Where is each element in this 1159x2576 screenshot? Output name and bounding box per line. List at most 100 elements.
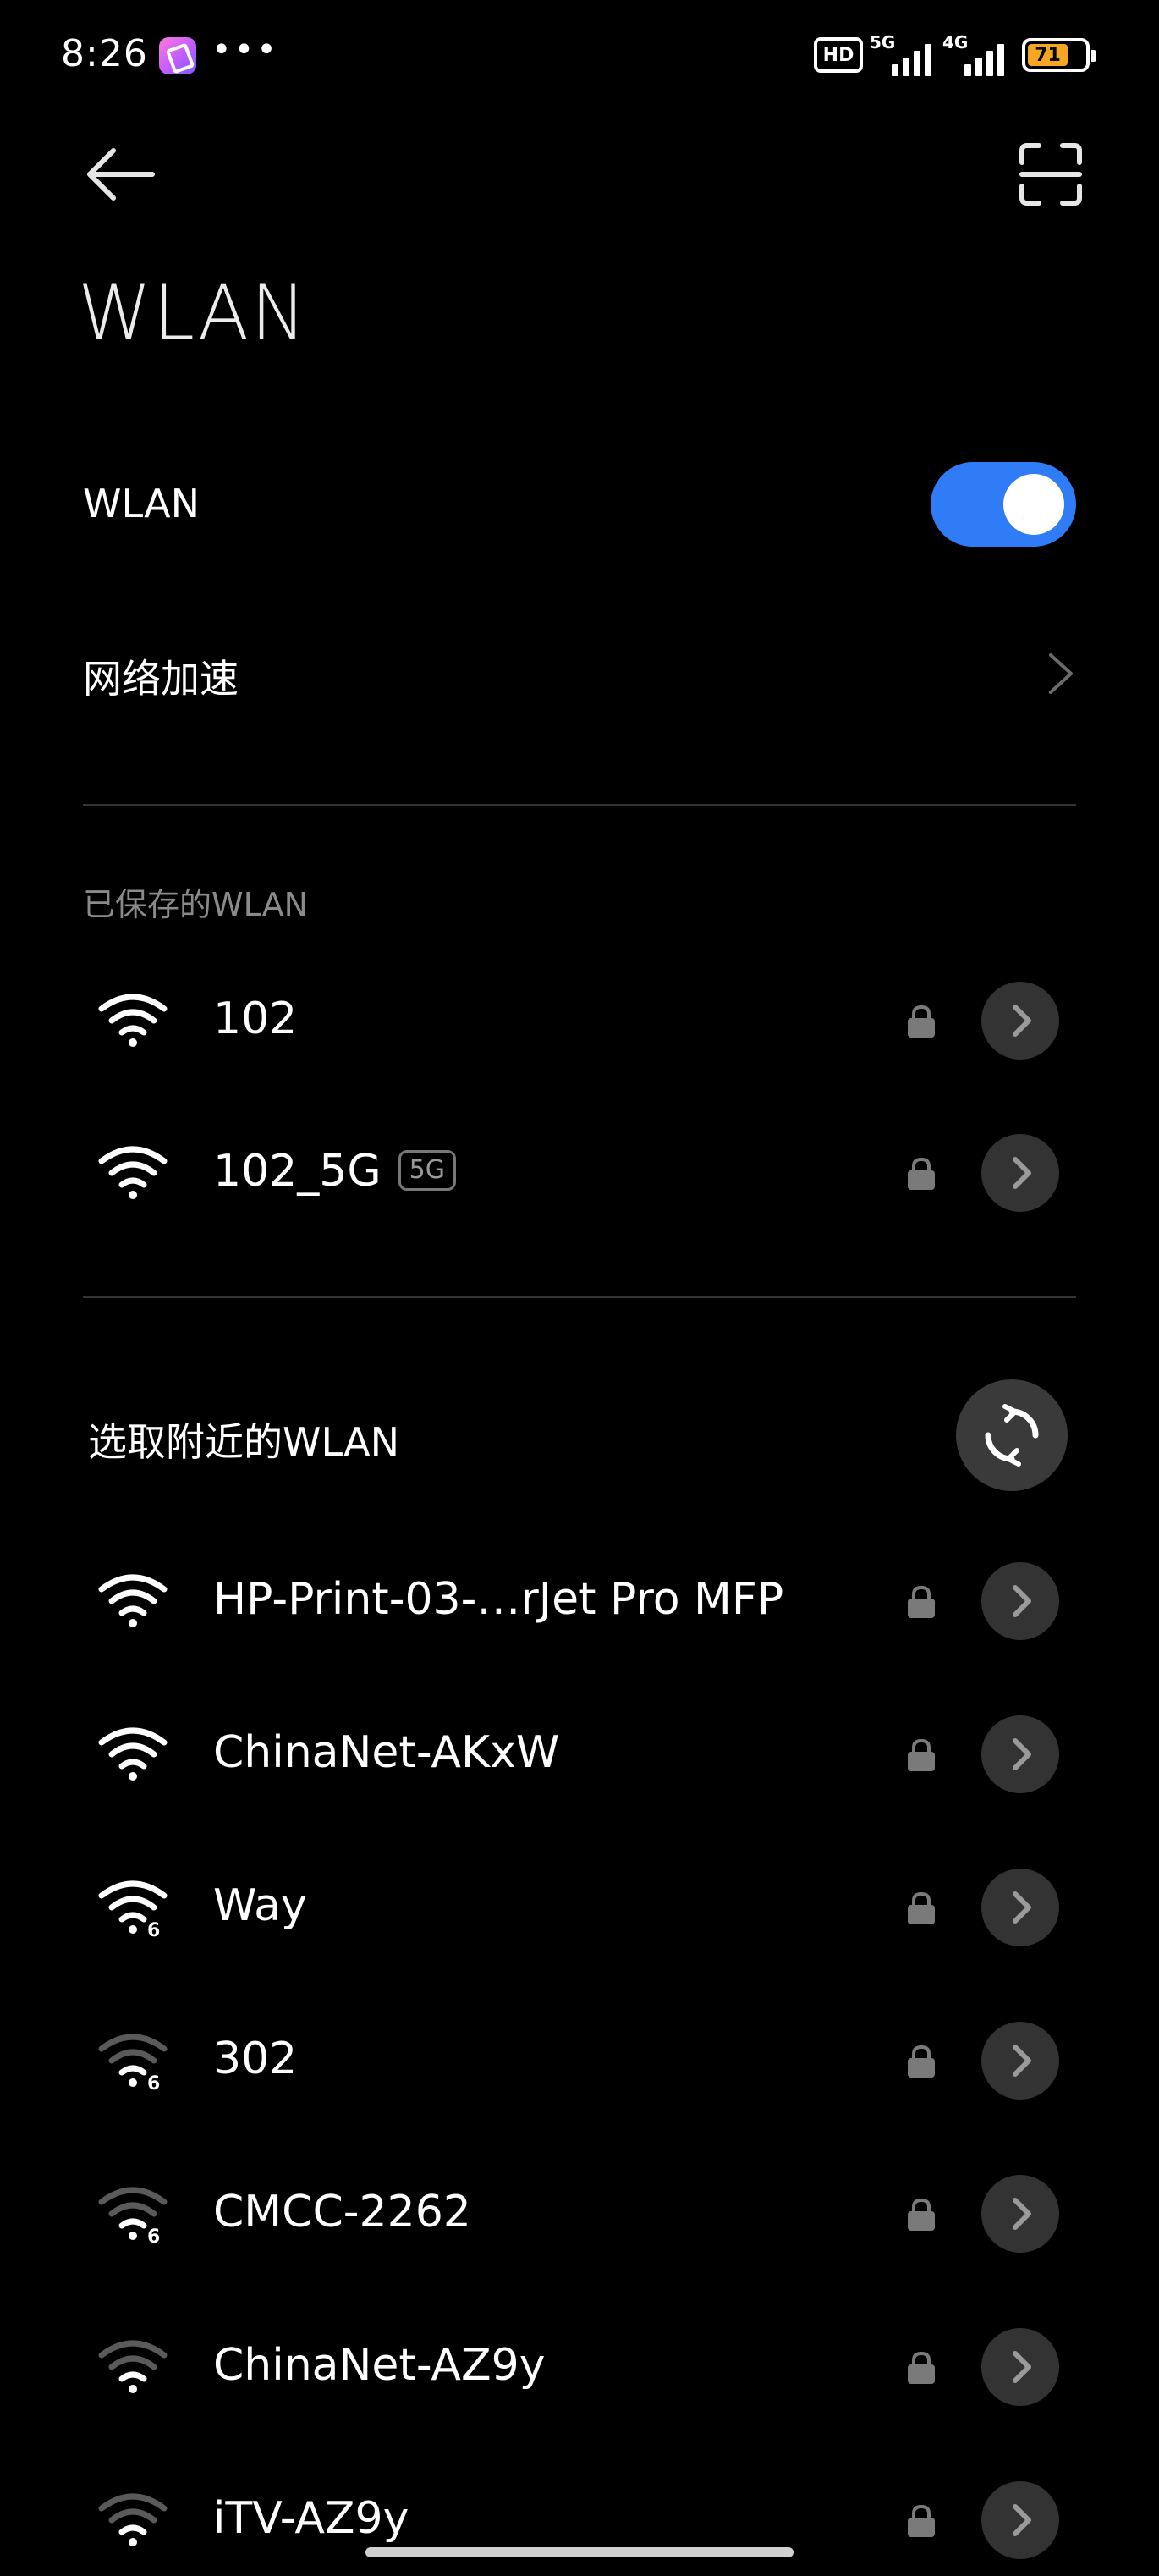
more-notifications-icon: ••• <box>211 30 279 69</box>
chevron-right-icon <box>1013 1005 1031 1037</box>
section-divider <box>83 1296 1076 1298</box>
chevron-right-icon <box>1013 1738 1031 1770</box>
signal-5g-label: 5G <box>870 32 896 52</box>
lock-icon <box>908 1157 935 1190</box>
lock-icon-wrap <box>905 1004 937 1039</box>
chevron-right-icon <box>1013 2504 1031 2536</box>
arrow-left-icon <box>87 148 155 201</box>
network-row[interactable]: 6 302 <box>0 2010 1159 2111</box>
status-bar: 8:26 ••• HD 5G 4G 71 <box>0 0 1159 110</box>
back-button[interactable] <box>81 135 159 213</box>
network-detail-button[interactable] <box>981 1562 1059 1640</box>
chevron-right-icon <box>1013 1585 1031 1617</box>
wifi-signal-icon: 6 <box>98 1880 168 1941</box>
lock-icon <box>908 1005 935 1038</box>
wifi-signal <box>95 1142 171 1203</box>
chevron-right-icon <box>1013 2351 1031 2383</box>
network-name: iTV-AZ9y <box>213 2493 409 2544</box>
network-detail-button[interactable] <box>981 1134 1059 1212</box>
network-row[interactable]: 102_5G 5G <box>0 1122 1159 1224</box>
qr-scan-icon <box>1019 143 1082 206</box>
wifi-signal: 6 <box>95 1877 171 1941</box>
chevron-right-icon <box>1013 2045 1031 2077</box>
wlan-toggle[interactable] <box>931 462 1076 547</box>
battery-icon: 71 <box>1022 38 1096 72</box>
saved-networks-label: 已保存的WLAN <box>83 886 309 923</box>
network-detail-button[interactable] <box>981 982 1059 1060</box>
wifi-signal <box>95 2337 171 2397</box>
lock-icon-wrap <box>905 2350 937 2386</box>
network-detail-button[interactable] <box>981 2481 1059 2559</box>
wifi-signal: 6 <box>95 2030 171 2094</box>
signal-4g-label: 4G <box>942 32 969 52</box>
wifi-signal-icon <box>98 1146 168 1199</box>
network-detail-button[interactable] <box>981 2328 1059 2406</box>
scan-qr-button[interactable] <box>1017 140 1085 208</box>
lock-icon <box>908 2351 935 2384</box>
lock-icon-wrap <box>905 2197 937 2232</box>
lock-icon <box>908 1585 935 1618</box>
section-divider <box>83 804 1076 806</box>
network-detail-button[interactable] <box>981 1869 1059 1946</box>
home-indicator[interactable] <box>365 2547 794 2557</box>
network-name: CMCC-2262 <box>213 2187 471 2237</box>
network-row[interactable]: ChinaNet-AZ9y <box>0 2316 1159 2418</box>
wifi-signal-icon <box>98 994 168 1047</box>
network-detail-button[interactable] <box>981 2022 1059 2100</box>
battery-level: 71 <box>1028 44 1068 66</box>
network-name-text: ChinaNet-AKxW <box>213 1727 560 1778</box>
app-notification-icon <box>159 37 196 74</box>
svg-text:6: 6 <box>147 2226 160 2244</box>
status-indicators: HD 5G 4G 71 <box>814 32 1096 78</box>
lock-icon-wrap <box>905 1584 937 1620</box>
network-name-text: HP-Print-03-…rJet Pro MFP <box>213 1574 784 1625</box>
network-name: 302 <box>213 2034 297 2084</box>
wifi-signal-icon: 6 <box>98 2034 168 2094</box>
network-detail-button[interactable] <box>981 1715 1059 1793</box>
band-5g-badge: 5G <box>398 1150 456 1191</box>
toggle-knob <box>1003 474 1064 535</box>
wifi-signal-icon: 6 <box>98 2187 168 2248</box>
network-name: 102_5G 5G <box>213 1146 456 1197</box>
network-row[interactable]: ChinaNet-AKxW <box>0 1704 1159 1805</box>
lock-icon-wrap <box>905 2503 937 2539</box>
refresh-icon <box>985 1404 1039 1467</box>
chevron-right-icon <box>1046 650 1076 697</box>
refresh-button[interactable] <box>956 1379 1068 1491</box>
network-boost-item[interactable]: 网络加速 <box>83 648 239 704</box>
wifi-signal-icon <box>98 1574 168 1627</box>
network-name: HP-Print-03-…rJet Pro MFP <box>213 1574 783 1625</box>
lock-icon-wrap <box>905 1737 937 1773</box>
lock-icon-wrap <box>905 1891 937 1926</box>
status-time: 8:26 <box>61 32 148 75</box>
nearby-networks-label: 选取附近的WLAN <box>88 1419 400 1465</box>
chevron-right-icon <box>1013 2198 1031 2230</box>
network-name-text: 102_5G <box>213 1146 382 1197</box>
network-row[interactable]: HP-Print-03-…rJet Pro MFP <box>0 1550 1159 1652</box>
chevron-right-icon <box>1013 1157 1031 1189</box>
wifi-signal <box>95 1571 171 1632</box>
lock-icon-wrap <box>905 1156 937 1192</box>
network-row[interactable]: 6 Way <box>0 1857 1159 1958</box>
network-row[interactable]: 6 CMCC-2262 <box>0 2163 1159 2265</box>
network-name-text: CMCC-2262 <box>213 2187 471 2237</box>
signal-4g-icon: 4G <box>942 32 1008 76</box>
signal-5g-icon: 5G <box>870 32 936 76</box>
lock-icon-wrap <box>905 2044 937 2079</box>
network-detail-button[interactable] <box>981 2175 1059 2253</box>
network-name: ChinaNet-AZ9y <box>213 2340 546 2391</box>
wifi-signal <box>95 990 171 1051</box>
network-name-text: 102 <box>213 994 298 1044</box>
network-row[interactable]: 102 <box>0 970 1159 1071</box>
network-name-text: ChinaNet-AZ9y <box>213 2340 546 2391</box>
lock-icon <box>908 1738 935 1771</box>
wifi-signal <box>95 1724 171 1785</box>
wifi-signal-icon <box>98 1727 168 1781</box>
wifi-signal-icon <box>98 2340 168 2393</box>
svg-text:6: 6 <box>147 1920 160 1938</box>
lock-icon <box>908 2198 935 2231</box>
network-name: ChinaNet-AKxW <box>213 1727 559 1778</box>
lock-icon <box>908 2045 935 2078</box>
wifi-signal <box>95 2490 171 2551</box>
network-name-text: 302 <box>213 2034 298 2084</box>
